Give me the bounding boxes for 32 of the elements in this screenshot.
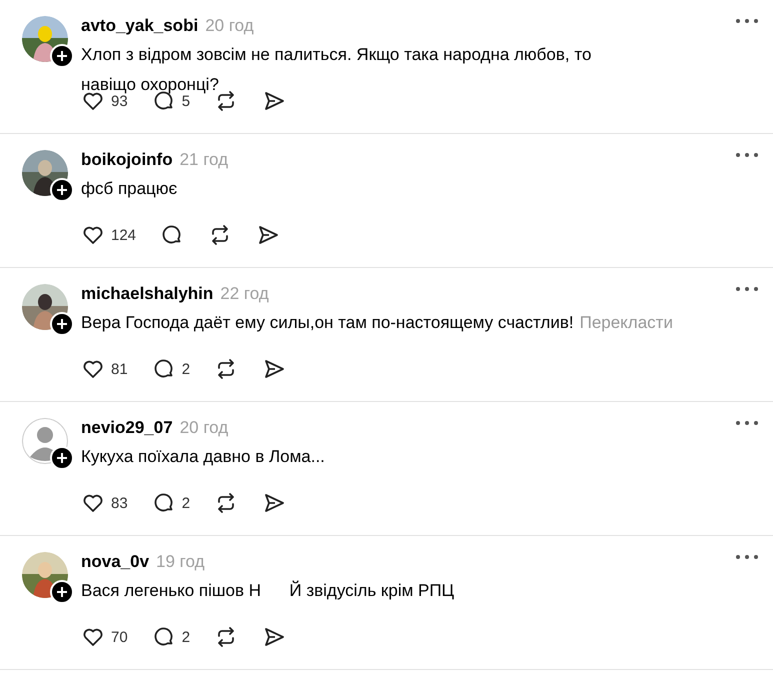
username[interactable]: nevio29_07 [81,418,173,438]
comment-text: Хлоп з відром зовсім не палиться. Якщо така народна любов, то навіщо охоронці? [81,44,592,96]
username[interactable]: boikojoinfo [81,150,173,170]
username[interactable]: michaelshalyhin [81,284,214,304]
send-icon [262,491,286,515]
share-button[interactable] [262,357,286,381]
send-icon [262,89,286,113]
share-button[interactable] [262,625,286,649]
timestamp: 22 год [220,284,269,304]
reply-button[interactable]: 2 [152,625,190,649]
timestamp: 20 год [180,418,228,438]
comment-text: Вера Господа даёт ему силы,он там по-настоящему счастлив! [81,312,574,334]
like-button[interactable]: 81 [81,357,128,381]
comment-text: фсб працює [81,178,178,200]
like-button[interactable]: 124 [81,223,136,247]
like-button[interactable]: 83 [81,491,128,515]
send-icon [256,223,280,247]
username[interactable]: avto_yak_sobi [81,16,198,36]
timestamp: 19 год [156,552,205,572]
share-button[interactable] [256,223,280,247]
reply-button[interactable]: 2 [152,357,190,381]
timestamp: 21 год [180,150,228,170]
reply-button[interactable]: 2 [152,491,190,515]
share-button[interactable] [262,491,286,515]
timestamp: 20 год [205,16,254,36]
share-button[interactable] [262,89,286,113]
comment-text: Кукуха поїхала давно в Лома... [81,446,325,468]
comment-text: Вася легенько пішов Н Й звідусіль крім РПЦ [81,580,454,602]
username[interactable]: nova_0v [81,552,150,572]
send-icon [262,625,286,649]
like-button[interactable]: 70 [81,625,128,649]
send-icon [262,357,286,381]
